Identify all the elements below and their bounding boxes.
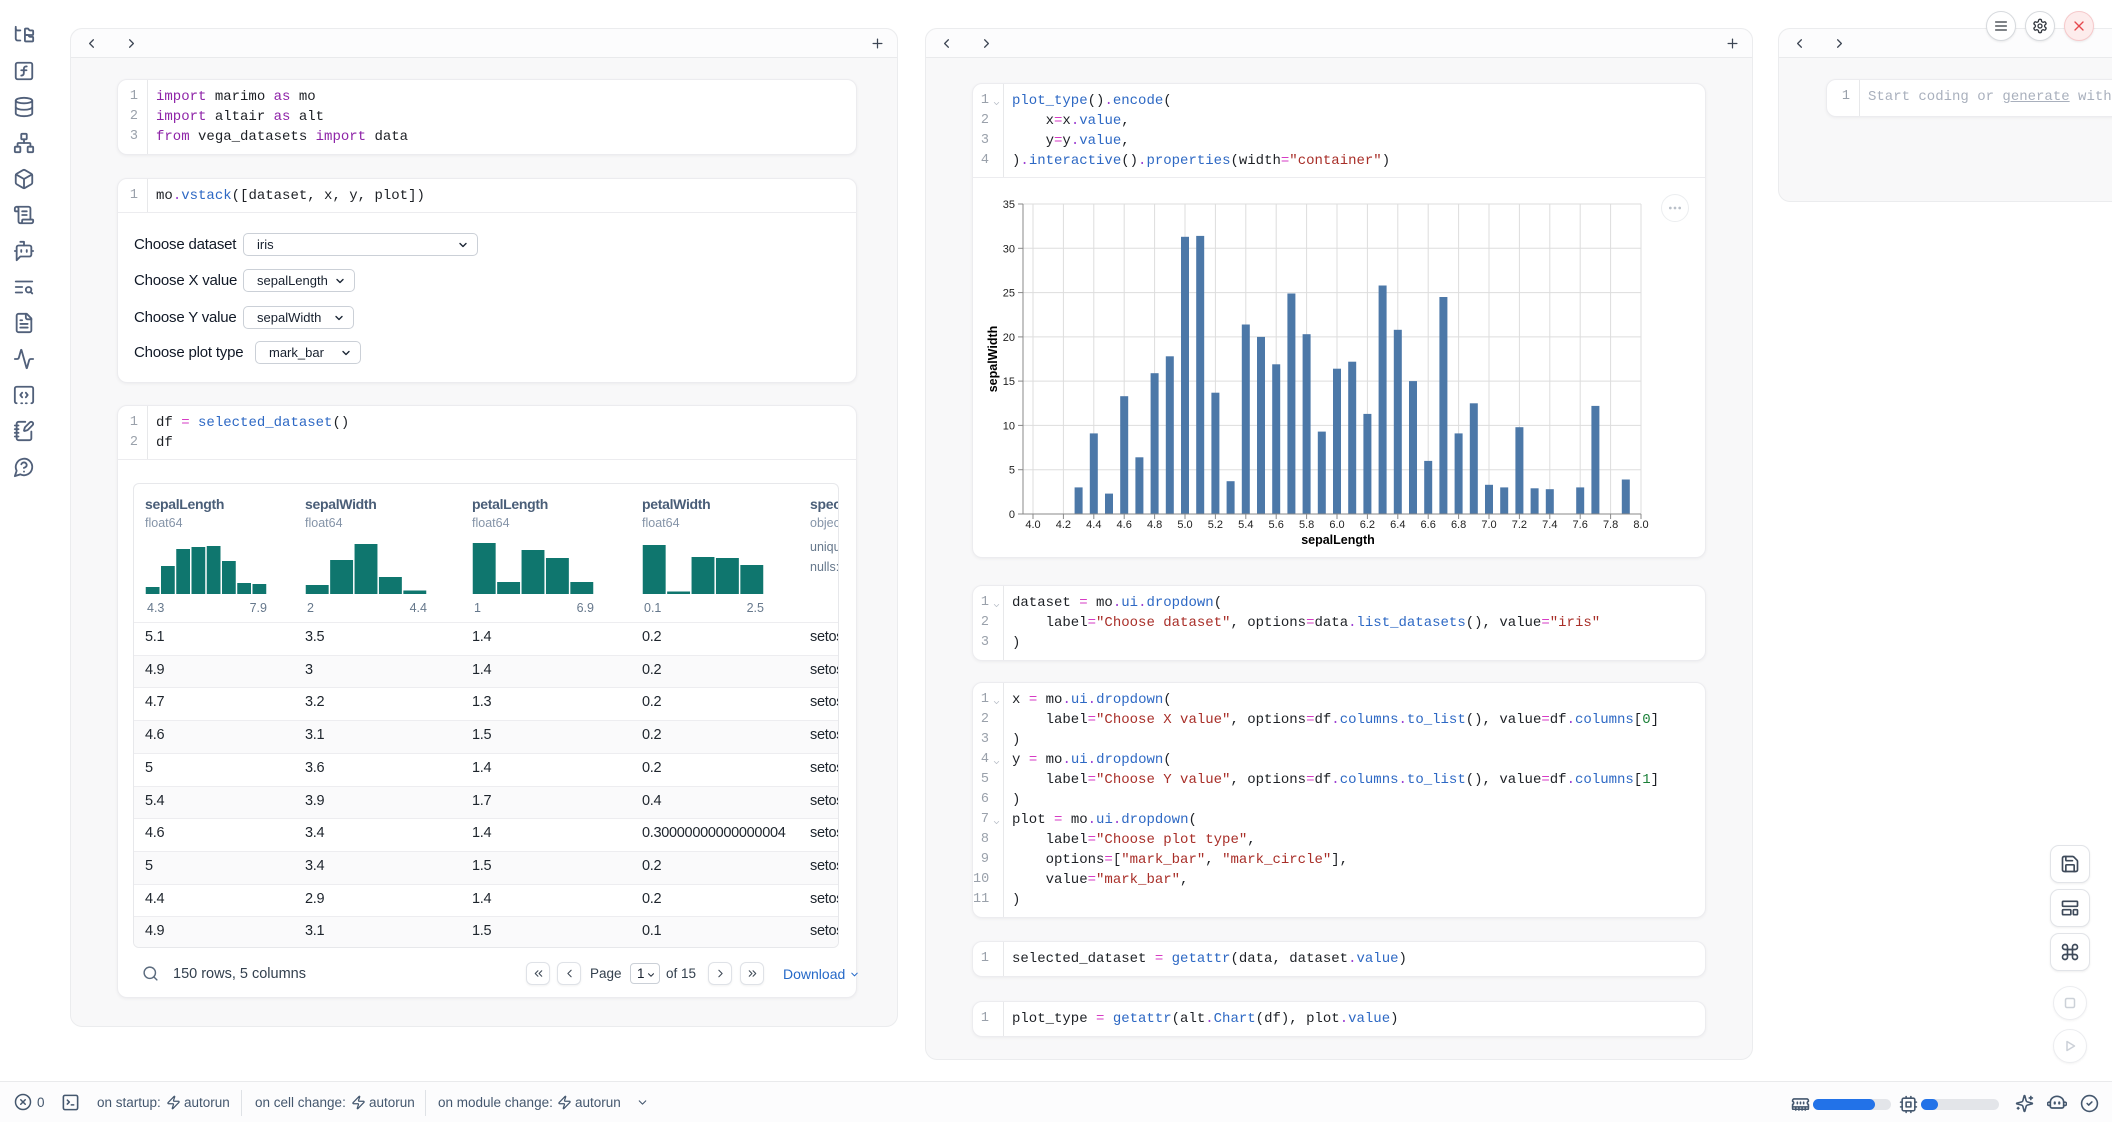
svg-text:4.2: 4.2 [1056,519,1071,531]
svg-text:4.8: 4.8 [1147,519,1162,531]
svg-text:7.0: 7.0 [1481,519,1496,531]
svg-text:30: 30 [1003,243,1015,255]
svg-text:sepalWidth: sepalWidth [986,326,1000,393]
svg-text:7.6: 7.6 [1573,519,1588,531]
svg-text:5.6: 5.6 [1269,519,1284,531]
svg-text:sepalLength: sepalLength [1301,533,1375,547]
svg-text:7.4: 7.4 [1542,519,1557,531]
svg-text:4.0: 4.0 [1025,519,1040,531]
svg-text:7.8: 7.8 [1603,519,1618,531]
svg-text:6.2: 6.2 [1360,519,1375,531]
svg-text:25: 25 [1003,288,1015,300]
svg-text:15: 15 [1003,376,1015,388]
svg-text:5.4: 5.4 [1238,519,1253,531]
svg-text:5.0: 5.0 [1177,519,1192,531]
svg-text:10: 10 [1003,420,1015,432]
svg-text:5: 5 [1009,465,1015,477]
svg-text:6.4: 6.4 [1390,519,1405,531]
svg-text:6.6: 6.6 [1421,519,1436,531]
svg-text:6.0: 6.0 [1329,519,1344,531]
svg-text:7.2: 7.2 [1512,519,1527,531]
svg-text:6.8: 6.8 [1451,519,1466,531]
svg-text:4.6: 4.6 [1117,519,1132,531]
svg-text:20: 20 [1003,332,1015,344]
svg-text:35: 35 [1003,199,1015,211]
svg-text:8.0: 8.0 [1633,519,1648,531]
svg-text:4.4: 4.4 [1086,519,1101,531]
svg-text:0: 0 [1009,509,1015,521]
svg-text:5.8: 5.8 [1299,519,1314,531]
svg-text:5.2: 5.2 [1208,519,1223,531]
